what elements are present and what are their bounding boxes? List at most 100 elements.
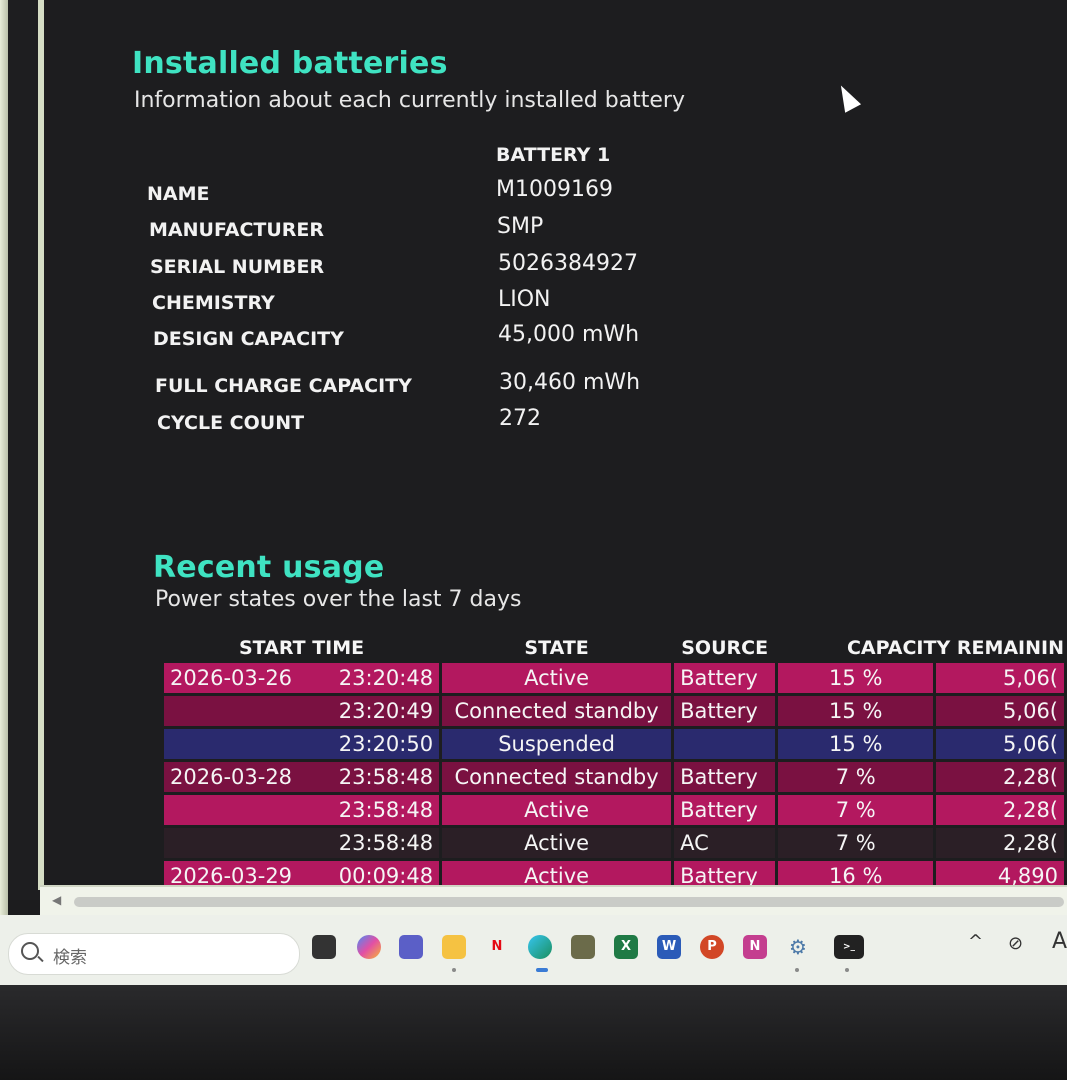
installed-batteries-heading: Installed batteries [132,46,448,81]
table-row: 2026-03-28 23:58:48 Connected standby Batte… [164,762,1064,795]
time-text: 23:20:48 [338,666,434,690]
search-icon [21,942,39,960]
label-name: NAME [147,183,210,205]
scrollbar-thumb[interactable] [74,897,1064,907]
recent-usage-subtitle: Power states over the last 7 days [155,587,522,612]
monitor-bezel [0,0,8,915]
start-time-cell: 2026-03-26 23:20:48 [164,663,440,696]
network-off-icon[interactable]: ⊘ [1008,933,1023,954]
tray-chevron-icon[interactable]: ^ [968,931,983,952]
start-time-cell: 2026-03-28 23:58:48 [164,762,440,795]
start-time-cell: 23:58:48 [164,795,440,828]
word-icon[interactable]: W [657,935,681,959]
time-text: 23:58:48 [338,798,434,822]
value-serial: 5026384927 [498,251,638,276]
label-cycle-count: CYCLE COUNT [157,412,305,434]
capacity-cell: 5,06( [936,696,1064,729]
percent-cell: 15 % [778,729,934,762]
table-row: 23:58:48 Active Battery 7 % 2,28( [164,795,1064,828]
label-chemistry: CHEMISTRY [152,292,275,314]
capacity-cell: 5,06( [936,663,1064,696]
source-cell: Battery [674,696,776,729]
battery-report-page: Installed batteries Information about ea… [46,0,1067,894]
capacity-cell: 2,28( [936,828,1064,861]
value-full-charge-capacity: 30,460 mWh [499,370,641,395]
start-time-cell: 23:20:50 [164,729,440,762]
running-indicator [452,968,456,972]
label-serial: SERIAL NUMBER [150,256,325,278]
scroll-left-icon[interactable]: ◀ [52,893,61,907]
time-text: 23:58:48 [338,831,434,855]
time-text: 23:20:50 [338,732,434,756]
installed-batteries-subtitle: Information about each currently install… [134,88,685,113]
value-name: M1009169 [496,177,613,202]
powerpoint-icon[interactable]: P [700,935,724,959]
screen: Installed batteries Information about ea… [0,0,1067,915]
value-manufacturer: SMP [497,214,544,239]
percent-cell: 15 % [778,663,934,696]
table-row: 23:58:48 Active AC 7 % 2,28( [164,828,1064,861]
window-edge [38,0,44,890]
state-cell: Connected standby [442,762,672,795]
source-cell: Battery [674,762,776,795]
state-cell: Active [442,828,672,861]
capacity-cell: 2,28( [936,762,1064,795]
header-start-time: START TIME [238,637,365,659]
header-source: SOURCE [681,637,769,659]
terminal-icon[interactable]: >_ [834,935,864,959]
value-design-capacity: 45,000 mWh [498,322,640,347]
capacity-cell: 5,06( [936,729,1064,762]
date-text: 2026-03-28 [170,765,293,789]
taskbar-search-box[interactable]: 検索 [8,933,300,975]
percent-cell: 15 % [778,696,934,729]
state-cell: Active [442,795,672,828]
copilot-icon[interactable] [357,935,381,959]
laptop-bezel [0,985,1067,1080]
source-cell: AC [674,828,776,861]
capacity-cell: 2,28( [936,795,1064,828]
start-time-cell: 23:20:49 [164,696,440,729]
source-cell: Battery [674,663,776,696]
battery-column-header: BATTERY 1 [496,144,611,166]
time-text: 23:20:49 [338,699,434,723]
header-state: STATE [524,637,589,659]
app-icon[interactable] [571,935,595,959]
table-row: 2026-03-26 23:20:48 Active Battery 15 % 5,06( [164,663,1064,696]
input-indicator[interactable]: A [1052,929,1067,954]
label-full-charge-capacity: FULL CHARGE CAPACITY [155,375,412,397]
recent-usage-heading: Recent usage [153,550,385,585]
percent-cell: 7 % [778,828,934,861]
search-placeholder: 検索 [53,948,87,968]
netflix-icon[interactable]: N [485,935,509,959]
folder-icon[interactable] [442,935,466,959]
start-time-cell: 23:58:48 [164,828,440,861]
label-design-capacity: DESIGN CAPACITY [153,328,344,350]
state-cell: Connected standby [442,696,672,729]
mouse-pointer-icon [832,81,862,113]
settings-icon[interactable]: ⚙ [786,935,810,959]
date-text: 2026-03-26 [170,666,293,690]
table-row: 23:20:49 Connected standby Battery 15 % 5,06… [164,696,1064,729]
edge-icon[interactable] [528,935,552,959]
header-capacity-remaining: CAPACITY REMAININ [846,637,1064,659]
excel-icon[interactable]: X [614,935,638,959]
onenote-icon[interactable]: N [743,935,767,959]
taskbar: 検索 N X W P N ⚙ >_ ^ ⊘ A [0,915,1067,985]
label-manufacturer: MANUFACTURER [149,219,325,241]
value-chemistry: LION [498,287,551,312]
source-cell: Battery [674,795,776,828]
state-cell: Active [442,663,672,696]
table-header-row: START TIME STATE SOURCE CAPACITY REMAINI… [164,633,1064,663]
time-text: 23:58:48 [338,765,434,789]
value-cycle-count: 272 [499,406,541,431]
state-cell: Suspended [442,729,672,762]
task-view-icon[interactable] [312,935,336,959]
percent-cell: 7 % [778,795,934,828]
teams-icon[interactable] [399,935,423,959]
source-cell [674,729,776,762]
percent-cell: 7 % [778,762,934,795]
running-indicator [795,968,799,972]
recent-usage-table: START TIME STATE SOURCE CAPACITY REMAINI… [161,633,1067,894]
table-row: 23:20:50 Suspended 15 % 5,06( [164,729,1064,762]
horizontal-scrollbar[interactable]: ◀ [40,885,1067,915]
